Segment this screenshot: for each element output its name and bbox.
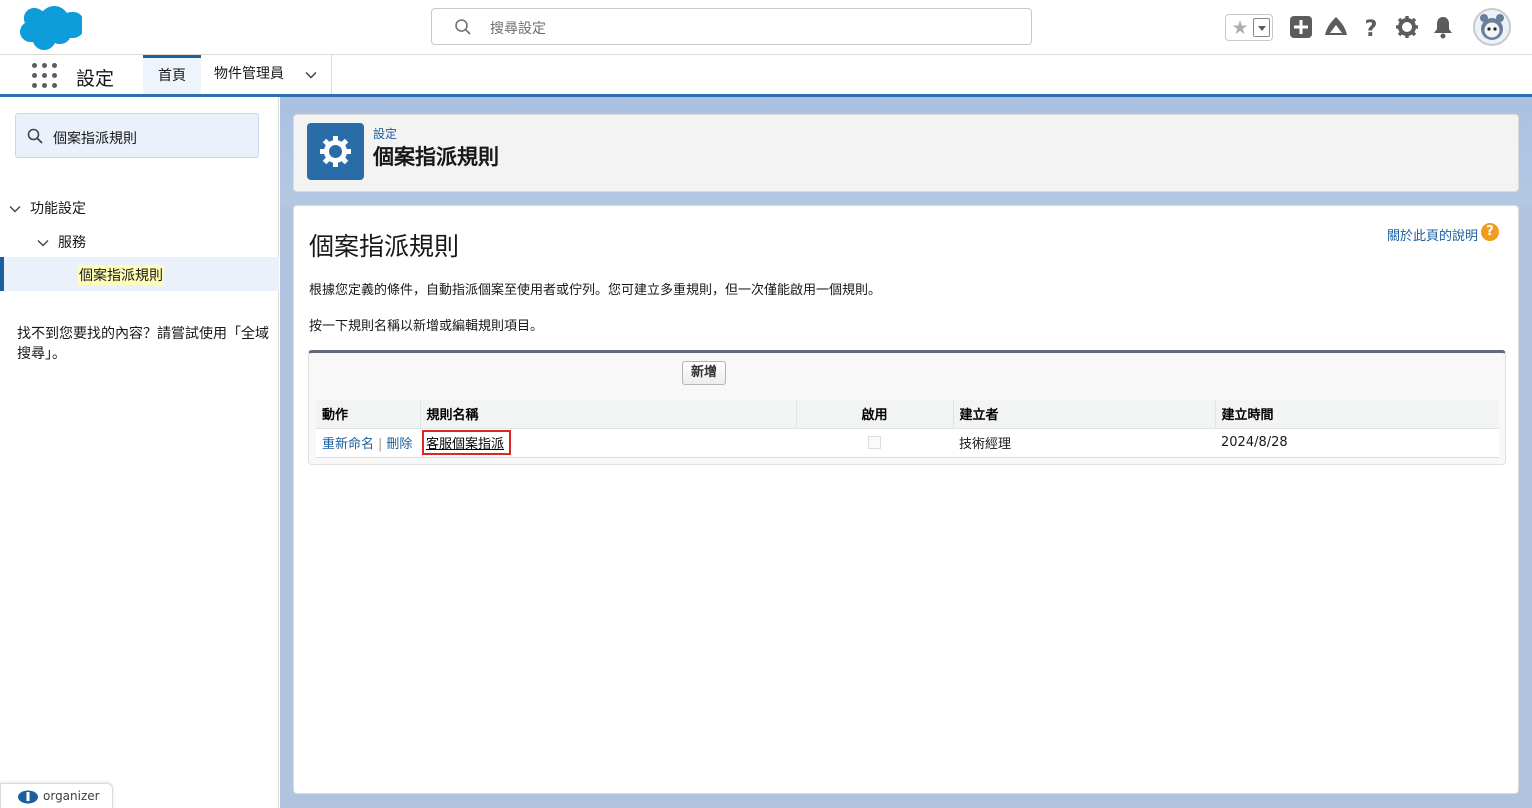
svg-text:?: ? (1365, 17, 1378, 39)
col-header-rule-name[interactable]: 規則名稱 (419, 400, 796, 429)
content-title: 個案指派規則 (309, 232, 460, 261)
help-icon[interactable]: ? (1481, 223, 1499, 241)
content-card: 個案指派規則 關於此頁的說明 ? 根據您定義的條件，自動指派個案至使用者或佇列。… (293, 205, 1519, 794)
tree-item-case-assignment-rules[interactable]: 個案指派規則 (0, 257, 279, 291)
organizer-tab[interactable]: organizer (0, 783, 113, 808)
col-header-created-by[interactable]: 建立者 (952, 400, 1215, 429)
action-cell: 重新命名 | 刪除 (316, 428, 420, 458)
rule-name-link[interactable]: 客服個案指派 (426, 437, 504, 452)
tree-item-label: 功能設定 (30, 201, 86, 217)
chevron-down-icon[interactable] (1253, 18, 1270, 37)
active-checkbox (868, 436, 881, 449)
created-date-cell: 2024/8/28 (1215, 428, 1499, 458)
search-icon (455, 19, 471, 35)
tree-item-service[interactable]: 服務 (36, 232, 86, 252)
new-rule-button[interactable]: 新增 (682, 361, 726, 385)
help-icon[interactable]: ? (1359, 15, 1383, 39)
instruction: 按一下規則名稱以新增或編輯規則項目。 (309, 319, 544, 334)
quick-find-input[interactable]: 個案指派規則 (15, 113, 259, 158)
astro-avatar-icon (1480, 14, 1504, 40)
quick-find-value: 個案指派規則 (53, 131, 137, 147)
chevron-down-icon[interactable] (8, 202, 22, 216)
context-bar: 設定 首頁 物件管理員 (0, 55, 1532, 97)
trailhead-icon[interactable] (1324, 15, 1348, 39)
rule-name-cell: 客服個案指派 (420, 428, 796, 458)
table-header-row: 動作 規則名稱 啟用 建立者 建立時間 (316, 400, 1499, 429)
rules-table: 動作 規則名稱 啟用 建立者 建立時間 重新命名 | 刪除 客服個案指派 技術經… (316, 400, 1499, 458)
tree-item-label: 個案指派規則 (78, 265, 164, 285)
col-header-created-date[interactable]: 建立時間 (1214, 400, 1499, 429)
star-icon[interactable]: ★ (1230, 17, 1250, 39)
chevron-down-icon[interactable] (305, 69, 317, 81)
plus-icon[interactable] (1289, 15, 1313, 39)
rules-list: 新增 動作 規則名稱 啟用 建立者 建立時間 重新命名 | 刪除 客服個案指派 … (308, 350, 1506, 465)
not-found-hint: 找不到您要找的內容？請嘗試使用「全域搜尋」。 (17, 326, 269, 362)
gear-icon[interactable] (1395, 15, 1419, 39)
action-separator: | (378, 437, 383, 452)
salesforce-cloud-icon[interactable] (16, 4, 82, 50)
breadcrumb[interactable]: 設定 (373, 125, 397, 142)
bell-icon[interactable] (1431, 15, 1455, 39)
app-launcher-icon[interactable] (32, 63, 58, 89)
page-header: 設定 個案指派規則 (293, 114, 1519, 192)
help-link[interactable]: 關於此頁的說明 (1387, 225, 1478, 244)
rule-name-highlight: 客服個案指派 (422, 430, 512, 455)
search-placeholder: 搜尋設定 (490, 21, 546, 37)
tab-home[interactable]: 首頁 (143, 55, 201, 94)
organizer-label: organizer (43, 789, 100, 803)
rename-link[interactable]: 重新命名 (322, 437, 374, 452)
created-by-cell: 技術經理 (953, 428, 1215, 458)
organizer-cloud-icon (18, 790, 38, 804)
description: 根據您定義的條件，自動指派個案至使用者或佇列。您可建立多重規則，但一次僅能啟用一… (309, 283, 882, 298)
setup-gear-icon (307, 123, 364, 180)
tree-item-label: 服務 (58, 235, 86, 251)
col-header-active[interactable]: 啟用 (795, 400, 953, 429)
active-cell (796, 428, 953, 458)
global-search[interactable]: 搜尋設定 (431, 8, 1032, 45)
favorites-button[interactable]: ★ (1225, 14, 1273, 41)
chevron-down-icon[interactable] (36, 236, 50, 250)
tab-object-manager-label: 物件管理員 (214, 66, 284, 82)
avatar[interactable] (1473, 8, 1511, 46)
delete-link[interactable]: 刪除 (386, 437, 412, 452)
setup-sidebar: 個案指派規則 功能設定 服務 個案指派規則 找不到您要找的內容？請嘗試使用「全域… (0, 97, 279, 808)
app-name: 設定 (76, 68, 115, 90)
tree-item-feature-settings[interactable]: 功能設定 (8, 198, 86, 218)
tab-object-manager[interactable]: 物件管理員 (201, 55, 332, 94)
table-row: 重新命名 | 刪除 客服個案指派 技術經理 2024/8/28 (316, 428, 1499, 458)
search-icon (27, 128, 43, 144)
col-header-action: 動作 (316, 400, 420, 429)
page-title: 個案指派規則 (373, 145, 499, 169)
global-header: 搜尋設定 ★ ? (0, 0, 1532, 55)
